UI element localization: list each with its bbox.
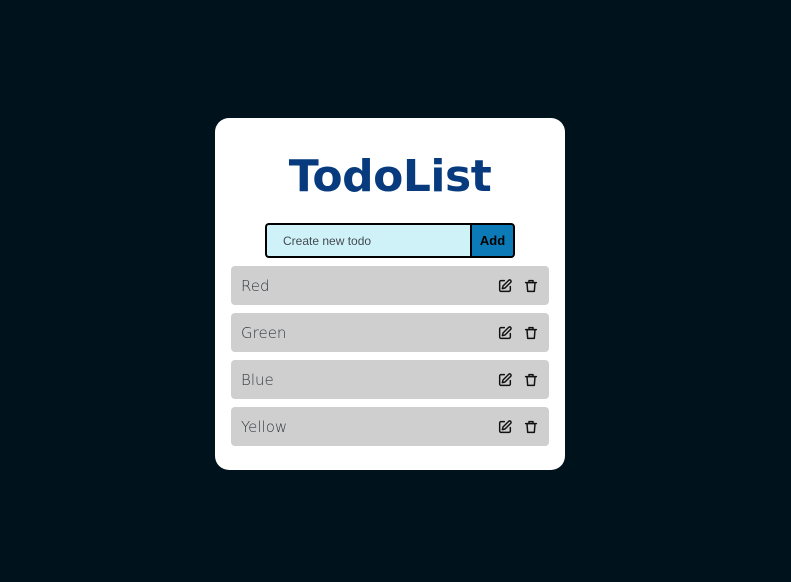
todo-card: TodoList Add Red (215, 118, 565, 470)
todo-item-text: Yellow (241, 417, 288, 436)
new-todo-input[interactable] (265, 223, 470, 258)
todo-item-text: Blue (241, 370, 274, 389)
edit-icon[interactable] (497, 419, 513, 435)
todo-item-actions (497, 419, 539, 435)
edit-icon[interactable] (497, 278, 513, 294)
add-button[interactable]: Add (470, 223, 515, 258)
todo-item: Blue (231, 360, 549, 399)
trash-icon[interactable] (523, 372, 539, 388)
app-title: TodoList (288, 151, 492, 202)
todo-item-actions (497, 372, 539, 388)
new-todo-form: Add (265, 223, 515, 258)
trash-icon[interactable] (523, 325, 539, 341)
todo-item: Yellow (231, 407, 549, 446)
edit-icon[interactable] (497, 372, 513, 388)
todo-item-text: Green (241, 323, 287, 342)
trash-icon[interactable] (523, 419, 539, 435)
todo-item: Green (231, 313, 549, 352)
todo-item-actions (497, 325, 539, 341)
todo-item: Red (231, 266, 549, 305)
todo-item-text: Red (241, 276, 270, 295)
edit-icon[interactable] (497, 325, 513, 341)
todo-list: Red Green Blue Yellow (231, 266, 549, 454)
trash-icon[interactable] (523, 278, 539, 294)
todo-item-actions (497, 278, 539, 294)
